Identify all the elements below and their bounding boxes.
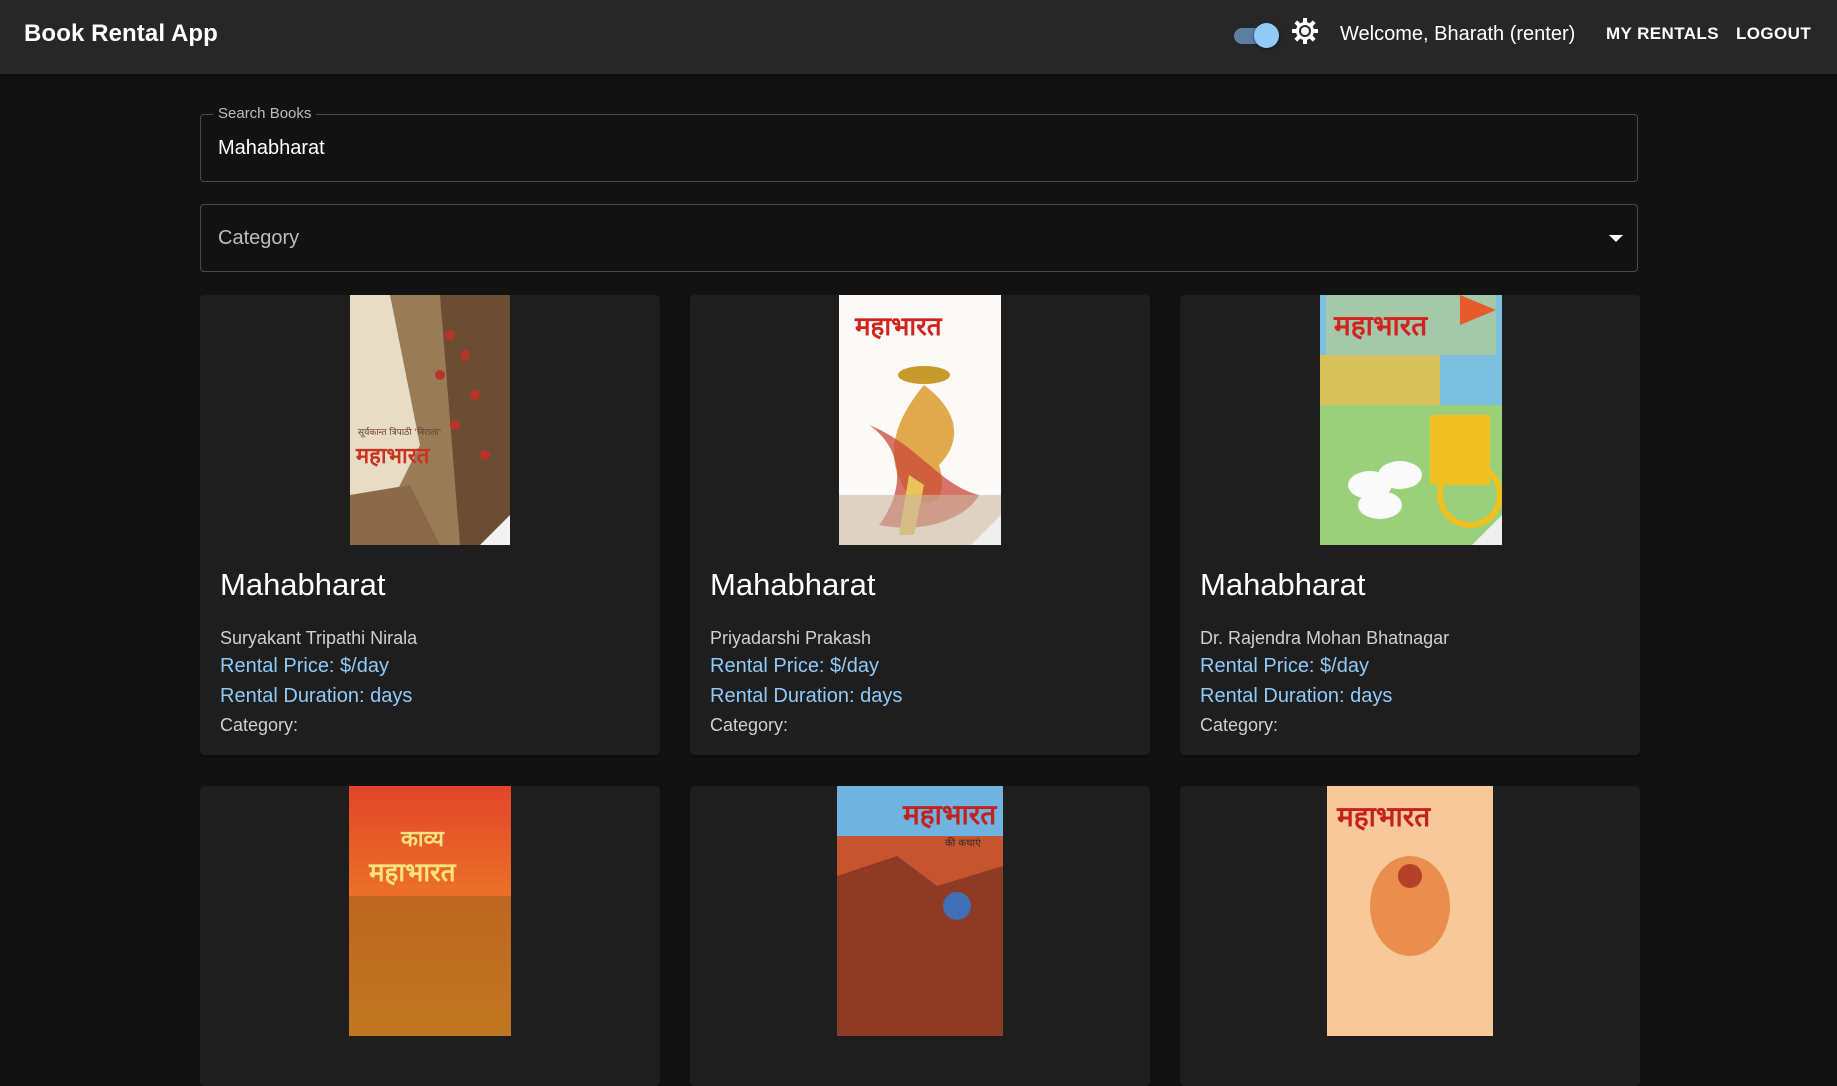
search-books-label: Search Books [213, 105, 317, 122]
book-title: Mahabharat [710, 567, 876, 602]
book-cover-image: सूर्यकान्त त्रिपाठी 'निराला' महाभारत [350, 295, 510, 545]
book-card[interactable]: काव्य महाभारत [200, 786, 660, 1086]
book-category: Category: [710, 715, 789, 735]
book-rental-price: Rental Price: $/day [220, 655, 389, 677]
theme-toggle[interactable] [1232, 22, 1280, 48]
book-category: Category: [1200, 715, 1279, 735]
cover-title: महाभारत [1336, 800, 1431, 833]
cover-subtext: सूर्यकान्त त्रिपाठी 'निराला' [358, 426, 441, 438]
book-card[interactable]: सूर्यकान्त त्रिपाठी 'निराला' महाभारत Mah… [200, 295, 660, 755]
book-title: Mahabharat [1200, 567, 1366, 602]
book-rental-price: Rental Price: $/day [710, 655, 879, 677]
category-select[interactable]: Category [200, 204, 1638, 272]
search-books-field[interactable]: Search Books Mahabharat [200, 105, 1638, 182]
app-title: Book Rental App [24, 20, 218, 47]
book-card[interactable]: महाभारत [1180, 786, 1640, 1086]
book-cover-image: महाभारत [839, 295, 1001, 545]
book-rental-duration: Rental Duration: days [220, 685, 413, 707]
cover-title: महाभारत [368, 858, 457, 888]
category-select-label: Category [218, 227, 300, 249]
cover-title: महाभारत [355, 444, 431, 469]
book-cover-image: महाभारत [1327, 786, 1493, 1036]
brightness-icon[interactable] [1290, 16, 1320, 46]
book-title: Mahabharat [220, 567, 386, 602]
chevron-down-icon[interactable] [1609, 235, 1623, 242]
book-author: Dr. Rajendra Mohan Bhatnagar [1200, 628, 1450, 648]
my-rentals-button[interactable]: MY RENTALS [1606, 0, 1719, 68]
book-author: Priyadarshi Prakash [710, 628, 872, 648]
book-card[interactable]: महाभारत की कथाएं [690, 786, 1150, 1086]
book-card[interactable]: महाभारत Mahabharat Priyadarshi Prakash R… [690, 295, 1150, 755]
logout-button[interactable]: LOGOUT [1736, 0, 1811, 68]
book-author: Suryakant Tripathi Nirala [220, 628, 418, 648]
book-cover-image: काव्य महाभारत [349, 786, 511, 1036]
cover-title: महाभारत [1333, 309, 1428, 342]
book-cover-image: महाभारत की कथाएं [837, 786, 1003, 1036]
cover-subtext: की कथाएं [945, 837, 981, 849]
book-card[interactable]: महाभारत Mahabharat Dr. Rajendra Mohan Bh… [1180, 295, 1640, 755]
theme-toggle-thumb [1254, 23, 1279, 48]
book-rental-price: Rental Price: $/day [1200, 655, 1369, 677]
search-books-input[interactable]: Mahabharat [218, 137, 325, 160]
book-rental-duration: Rental Duration: days [710, 685, 903, 707]
book-rental-duration: Rental Duration: days [1200, 685, 1393, 707]
cover-subtext: काव्य [400, 827, 445, 852]
book-cover-image: महाभारत [1320, 295, 1502, 545]
book-category: Category: [220, 715, 299, 735]
app-bar: Book Rental App Welcome, Bharath (renter… [0, 0, 1837, 74]
cover-title: महाभारत [902, 798, 997, 831]
welcome-text: Welcome, Bharath (renter) [1340, 23, 1576, 45]
cover-title: महाभारत [854, 312, 943, 342]
